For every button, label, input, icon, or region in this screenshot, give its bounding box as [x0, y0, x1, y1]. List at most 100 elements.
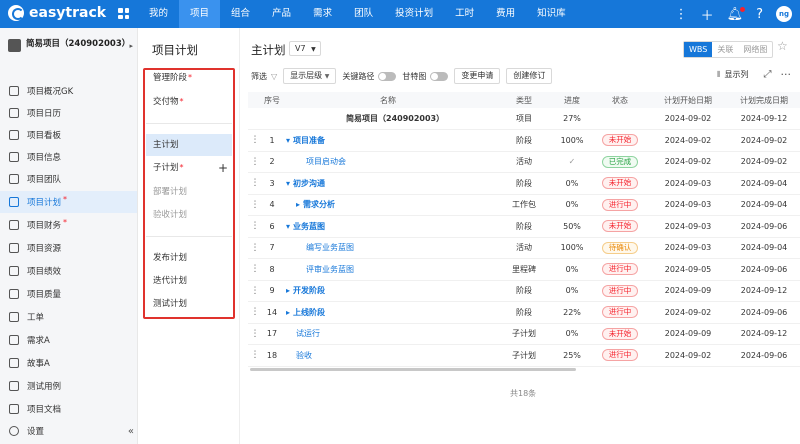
sidebar-item[interactable]: 工单: [0, 306, 137, 328]
app-logo[interactable]: easytrack: [8, 5, 106, 21]
row-drag-handle[interactable]: ⋮: [248, 172, 262, 195]
avatar[interactable]: ng: [776, 6, 792, 22]
sidebar-item[interactable]: 项目资源: [0, 237, 137, 259]
nav-item[interactable]: 团队: [343, 0, 384, 28]
row-drag-handle[interactable]: ⋮: [248, 215, 262, 238]
more-vertical-icon[interactable]: ⋮: [675, 7, 688, 22]
row-drag-handle[interactable]: ⋮: [248, 258, 262, 281]
nav-item[interactable]: 工时: [444, 0, 485, 28]
table-row[interactable]: ⋮ 6 ▾ 业务蓝图 阶段 50% 未开始 2024-09-03 2024-09-06: [248, 215, 800, 238]
row-drag-handle[interactable]: ⋮: [248, 237, 262, 259]
fullscreen-icon[interactable]: ⤢: [764, 69, 772, 80]
row-drag-handle[interactable]: [248, 108, 262, 130]
bell-icon[interactable]: 🔔︎: [727, 6, 746, 22]
view-tab[interactable]: 网络图: [738, 42, 772, 57]
star-icon[interactable]: ☆: [777, 39, 788, 53]
app-grid-icon[interactable]: [118, 8, 129, 19]
sidebar-item[interactable]: 项目绩效: [0, 260, 137, 282]
toggle-switch[interactable]: [378, 71, 397, 81]
critical-path-toggle[interactable]: 关键路径: [342, 71, 397, 82]
row-drag-handle[interactable]: ⋮: [248, 129, 262, 152]
expand-icon[interactable]: ▾: [286, 136, 290, 145]
sidebar-item[interactable]: 项目计划 *: [0, 191, 137, 213]
row-drag-handle[interactable]: ⋮: [248, 344, 262, 367]
sidebar-item[interactable]: 项目信息: [0, 146, 137, 168]
row-drag-handle[interactable]: ⋮: [248, 194, 262, 216]
view-tab[interactable]: 关联: [712, 42, 738, 57]
nav-item[interactable]: 我的: [138, 0, 179, 28]
create-revision-button[interactable]: 创建修订: [506, 68, 553, 84]
row-name[interactable]: 开发阶段: [293, 286, 325, 295]
plus-icon[interactable]: ＋: [701, 5, 714, 24]
level-select[interactable]: 显示层级 ▼: [283, 68, 337, 84]
nav-item[interactable]: 组合: [220, 0, 261, 28]
row-name[interactable]: 需求分析: [303, 200, 335, 209]
row-name[interactable]: 项目启动会: [306, 157, 346, 166]
row-name[interactable]: 上线阶段: [293, 308, 325, 317]
table-row[interactable]: ⋮ 18 验收 子计划 25% 进行中 2024-09-02 2024-09-06: [248, 344, 800, 367]
row-name[interactable]: 编写业务蓝图: [306, 243, 354, 252]
sidebar-item[interactable]: 项目概况GK: [0, 80, 137, 102]
expand-icon[interactable]: ▾: [286, 222, 290, 231]
project-selector[interactable]: 简易项目（240902003） ▸: [8, 38, 133, 52]
view-tab[interactable]: WBS: [684, 42, 713, 57]
sidebar-item[interactable]: 项目财务 *: [0, 214, 137, 236]
table-row[interactable]: ⋮ 17 试运行 子计划 0% 未开始 2024-09-09 2024-09-12: [248, 323, 800, 345]
sidebar-item[interactable]: 项目团队: [0, 168, 137, 190]
show-columns-button[interactable]: ⫴ 显示列: [717, 69, 748, 80]
table-row[interactable]: ⋮ 3 ▾ 初步沟通 阶段 0% 未开始 2024-09-03 2024-09-04: [248, 172, 800, 195]
table-row[interactable]: ⋮ 14 ▸ 上线阶段 阶段 22% 进行中 2024-09-02 2024-09-06: [248, 301, 800, 324]
nav-item[interactable]: 项目: [179, 0, 221, 28]
row-name[interactable]: 项目准备: [293, 136, 325, 145]
toggle-switch[interactable]: [430, 71, 449, 81]
gantt-toggle[interactable]: 甘特图: [402, 71, 449, 82]
row-name[interactable]: 业务蓝图: [293, 222, 325, 231]
row-drag-handle[interactable]: ⋮: [248, 301, 262, 324]
row-status: [590, 108, 650, 130]
sidebar-item[interactable]: 项目文档: [0, 398, 137, 420]
nav-item[interactable]: 费用: [485, 0, 526, 28]
table-row[interactable]: ⋮ 2 项目启动会 活动 ✓ 已完成 2024-09-02 2024-09-02: [248, 151, 800, 173]
question-icon[interactable]: ?: [756, 7, 763, 22]
sidebar-item[interactable]: 项目质量: [0, 283, 137, 305]
row-name-cell: ▾ 业务蓝图: [282, 215, 494, 238]
sidebar-item[interactable]: 项目看板: [0, 124, 137, 146]
row-name[interactable]: 初步沟通: [293, 179, 325, 188]
row-drag-handle[interactable]: ⋮: [248, 151, 262, 173]
row-name[interactable]: 简易项目（240902003）: [346, 114, 444, 123]
table-row[interactable]: ⋮ 7 编写业务蓝图 活动 100% 待确认 2024-09-03 2024-09-04: [248, 237, 800, 259]
nav-item[interactable]: 知识库: [526, 0, 577, 28]
row-progress: 100%: [554, 237, 590, 259]
row-name[interactable]: 验收: [296, 351, 312, 360]
more-icon[interactable]: ···: [781, 68, 792, 81]
sidebar-item[interactable]: 需求A: [0, 329, 137, 351]
table-row[interactable]: 简易项目（240902003） 项目 27% 2024-09-02 2024-09-12: [248, 108, 800, 130]
row-name[interactable]: 评审业务蓝图: [306, 265, 354, 274]
horizontal-scrollbar[interactable]: [250, 368, 576, 371]
table-row[interactable]: ⋮ 1 ▾ 项目准备 阶段 100% 未开始 2024-09-02 2024-09-02: [248, 129, 800, 152]
row-drag-handle[interactable]: ⋮: [248, 280, 262, 302]
kanban-icon: [9, 130, 19, 140]
nav-item[interactable]: 投资计划: [384, 0, 444, 28]
sidebar-item[interactable]: 项目日历: [0, 102, 137, 124]
row-name[interactable]: 试运行: [296, 329, 320, 338]
sidebar-item[interactable]: 故事A: [0, 352, 137, 374]
change-request-button[interactable]: 变更申请: [454, 68, 501, 84]
expand-icon[interactable]: ▸: [296, 200, 300, 209]
settings-item[interactable]: 设置 «: [9, 425, 134, 437]
table-row[interactable]: ⋮ 9 ▸ 开发阶段 阶段 0% 进行中 2024-09-09 2024-09-12: [248, 280, 800, 302]
row-drag-handle[interactable]: ⋮: [248, 323, 262, 345]
table-row[interactable]: ⋮ 4 ▸ 需求分析 工作包 0% 进行中 2024-09-03 2024-09-04: [248, 194, 800, 216]
main-content: 主计划 V7 ▼ WBS 关联 网络图 ☆ 筛选 ▽ 显示层级 ▼ 关键路径 甘特图 …: [240, 28, 800, 444]
version-select[interactable]: V7 ▼: [289, 41, 321, 56]
filter-button[interactable]: 筛选 ▽: [251, 71, 277, 82]
expand-icon[interactable]: ▾: [286, 179, 290, 188]
expand-icon[interactable]: ▸: [286, 286, 290, 295]
expand-icon[interactable]: ▸: [286, 308, 290, 317]
table-row[interactable]: ⋮ 8 评审业务蓝图 里程碑 0% 进行中 2024-09-05 2024-09-06: [248, 258, 800, 281]
sidebar-item[interactable]: 测试用例: [0, 375, 137, 397]
nav-item[interactable]: 产品: [261, 0, 302, 28]
nav-item[interactable]: 需求: [302, 0, 343, 28]
collapse-icon[interactable]: «: [128, 426, 134, 437]
row-start-date: 2024-09-02: [650, 129, 726, 152]
